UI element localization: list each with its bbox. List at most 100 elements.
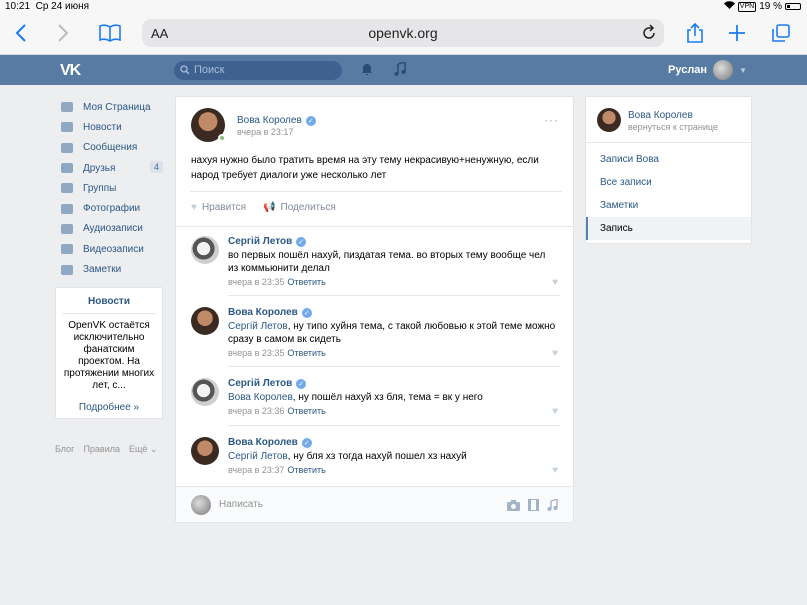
- more-options-icon[interactable]: ···: [544, 113, 559, 127]
- nav-notes[interactable]: Заметки: [586, 194, 751, 217]
- menu-item-groups[interactable]: Группы: [58, 178, 168, 198]
- comment-author[interactable]: Вова Королев ✓: [228, 307, 312, 318]
- verified-icon: ✓: [296, 378, 307, 389]
- comment-meta: вчера в 23:35 Ответить: [228, 277, 326, 287]
- music-note-icon[interactable]: [547, 498, 558, 516]
- browser-toolbar: AA openvk.org: [0, 14, 807, 55]
- footer-blog-link[interactable]: Блог: [55, 444, 74, 455]
- battery-percent: 19 %: [759, 1, 782, 12]
- footer-more-link[interactable]: Ещё ⌄: [129, 444, 157, 455]
- user-name: Руслан: [668, 64, 708, 76]
- back-to-page-link[interactable]: вернуться к странице: [628, 122, 718, 132]
- reply-link[interactable]: Ответить: [287, 277, 325, 287]
- friends-count-badge: 4: [149, 160, 163, 173]
- heart-icon[interactable]: ♥: [552, 348, 558, 359]
- reply-link[interactable]: Ответить: [287, 406, 325, 416]
- url-text: openvk.org: [368, 25, 438, 41]
- wall-navigation: Вова Королев вернуться к странице Записи…: [585, 96, 752, 244]
- menu-item-news[interactable]: Новости: [58, 117, 168, 137]
- comment-avatar[interactable]: [191, 307, 219, 335]
- camera-icon[interactable]: [507, 498, 520, 516]
- reload-icon[interactable]: [639, 23, 659, 43]
- menu-item-my-page[interactable]: Моя Страница: [58, 97, 168, 117]
- left-menu: Моя Страница Новости Сообщения Друзья 4 Г…: [58, 97, 168, 280]
- divider: [586, 142, 751, 143]
- news-text: OpenVK остаётся исключительно фанатским …: [63, 320, 155, 391]
- mention-link[interactable]: Сергій Летов: [228, 321, 288, 332]
- film-icon[interactable]: [528, 498, 539, 516]
- reply-link[interactable]: Ответить: [287, 348, 325, 358]
- bookmarks-icon[interactable]: [95, 18, 125, 48]
- footer-rules-link[interactable]: Правила: [83, 444, 120, 455]
- search-input[interactable]: Поиск: [174, 61, 342, 80]
- notifications-bell-icon[interactable]: [361, 62, 373, 81]
- reply-link[interactable]: Ответить: [287, 465, 325, 475]
- vpn-badge: VPN: [737, 1, 757, 12]
- forward-icon[interactable]: [48, 18, 78, 48]
- verified-icon: ✓: [301, 437, 312, 448]
- post-text: нахуя нужно было тратить время на эту те…: [191, 155, 539, 181]
- post-author[interactable]: Вова Королев ✓: [237, 115, 316, 126]
- wifi-icon: [723, 1, 735, 12]
- comment-meta: вчера в 23:37 Ответить: [228, 465, 326, 475]
- comment-text: во первых пошёл нахуй, пиздатая тема. во…: [228, 250, 546, 274]
- megaphone-icon: 📢: [263, 202, 276, 213]
- tabs-icon[interactable]: [766, 18, 796, 48]
- post-card: Вова Королев ✓ вчера в 23:17 ··· нахуя н…: [175, 96, 574, 523]
- verified-icon: ✓: [305, 115, 316, 126]
- music-note-icon[interactable]: [394, 61, 406, 81]
- mention-link[interactable]: Сергій Летов: [228, 451, 288, 462]
- divider: [190, 191, 562, 192]
- newspaper-icon: [61, 122, 73, 133]
- like-button[interactable]: ♥ Нравится: [191, 202, 246, 213]
- people-icon: [61, 183, 73, 194]
- nav-owner-posts[interactable]: Записи Вова: [586, 148, 751, 171]
- search-icon: [180, 65, 190, 75]
- user-menu[interactable]: Руслан ▼: [668, 60, 747, 80]
- nav-all-posts[interactable]: Все записи: [586, 171, 751, 194]
- news-title[interactable]: Новости: [62, 288, 156, 314]
- comment-avatar[interactable]: [191, 378, 219, 406]
- post-time[interactable]: вчера в 23:17: [237, 127, 293, 137]
- verified-icon: ✓: [296, 236, 307, 247]
- news-more-link[interactable]: Подробнее »: [56, 402, 162, 413]
- back-icon[interactable]: [6, 18, 36, 48]
- menu-item-photos[interactable]: Фотографии: [58, 198, 168, 218]
- status-time: 10:21 Ср 24 июня: [5, 1, 90, 12]
- menu-item-audio[interactable]: Аудиозаписи: [58, 219, 168, 239]
- share-icon[interactable]: [680, 18, 710, 48]
- status-bar: 10:21 Ср 24 июня VPN 19 %: [0, 0, 807, 14]
- heart-icon[interactable]: ♥: [552, 406, 558, 417]
- owner-avatar[interactable]: [597, 108, 621, 132]
- comment-meta: вчера в 23:36 Ответить: [228, 406, 326, 416]
- menu-item-messages[interactable]: Сообщения: [58, 138, 168, 158]
- heart-icon[interactable]: ♥: [552, 465, 558, 476]
- comment-avatar[interactable]: [191, 437, 219, 465]
- chevron-down-icon: ▼: [739, 65, 747, 75]
- menu-item-notes[interactable]: Заметки: [58, 259, 168, 279]
- camera-icon: [61, 203, 73, 214]
- comment-author[interactable]: Вова Королев ✓: [228, 437, 312, 448]
- my-avatar: [191, 495, 211, 515]
- note-icon: [61, 264, 73, 275]
- address-bar[interactable]: AA openvk.org: [142, 19, 664, 47]
- mention-link[interactable]: Вова Королев: [228, 392, 293, 403]
- menu-item-friends[interactable]: Друзья 4: [58, 158, 168, 178]
- comment-text: Вова Королев, ну пошёл нахуй хз бля, тем…: [228, 392, 483, 403]
- share-button[interactable]: 📢 Поделиться: [263, 202, 336, 213]
- nav-post[interactable]: Запись: [586, 217, 751, 240]
- owner-name[interactable]: Вова Королев: [628, 110, 693, 121]
- comment-input[interactable]: Написать: [219, 499, 263, 510]
- vk-logo[interactable]: VK: [60, 62, 81, 80]
- new-tab-icon[interactable]: [722, 18, 752, 48]
- menu-item-videos[interactable]: Видеозаписи: [58, 239, 168, 259]
- comment-text: Сергій Летов, ну бля хз тогда нахуй поше…: [228, 451, 467, 462]
- heart-icon[interactable]: ♥: [552, 277, 558, 288]
- comment-avatar[interactable]: [191, 236, 219, 264]
- footer-links: Блог Правила Ещё ⌄: [55, 444, 157, 455]
- comment-author[interactable]: Сергій Летов ✓: [228, 378, 307, 389]
- online-indicator: [218, 134, 226, 142]
- divider: [176, 226, 573, 227]
- comment-text: Сергій Летов, ну типо хуйня тема, с тако…: [228, 321, 556, 345]
- comment-author[interactable]: Сергій Летов ✓: [228, 236, 307, 247]
